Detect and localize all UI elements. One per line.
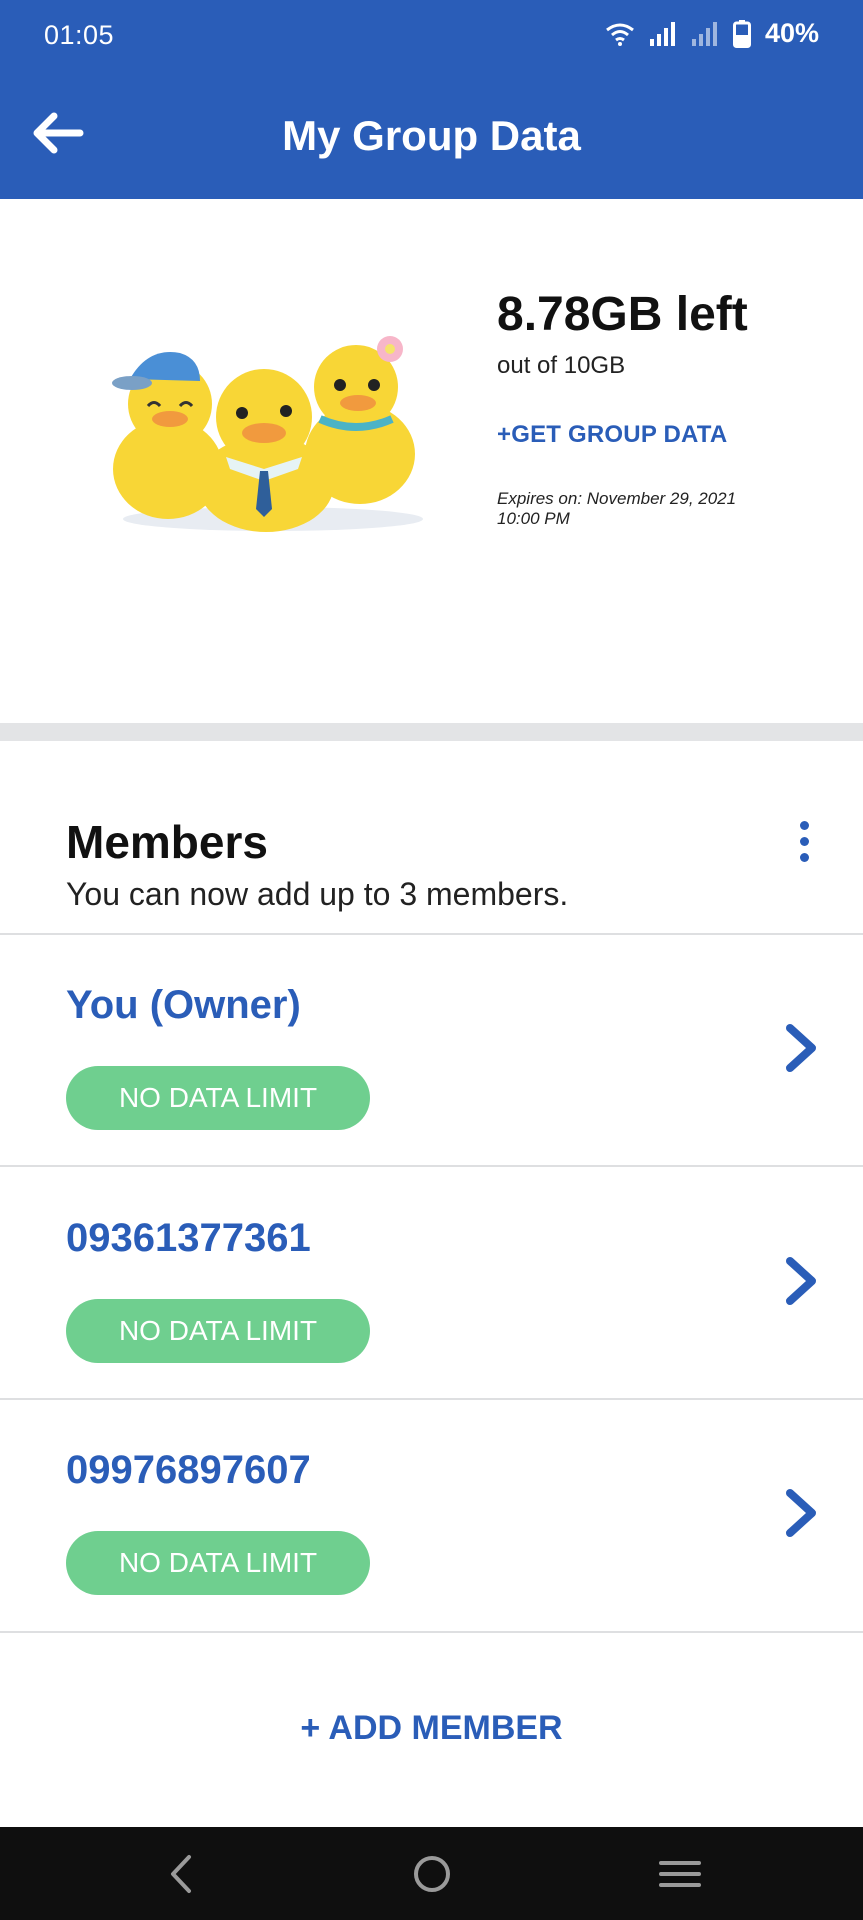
more-options-icon[interactable] [796,821,812,867]
toolbar: My Group Data [0,90,863,180]
chevron-right-icon[interactable] [784,1256,818,1306]
page-title: My Group Data [282,112,581,159]
row-divider [0,1165,863,1167]
member-name: 09361377361 [66,1216,311,1260]
data-limit-badge: NO DATA LIMIT [66,1066,370,1130]
nav-home-icon[interactable] [407,1849,457,1899]
chevron-right-icon[interactable] [784,1488,818,1538]
members-header: Members You can now add up to 3 members. [0,741,863,933]
data-summary: 8.78GB left out of 10GB +GET GROUP DATA … [0,199,863,723]
system-nav-bar [0,1827,863,1920]
nav-recents-icon[interactable] [655,1849,705,1899]
battery-icon [732,19,751,48]
data-limit-badge: NO DATA LIMIT [66,1299,370,1363]
status-icons: 40% [605,18,819,49]
members-subtitle: You can now add up to 3 members. [66,876,569,912]
member-row-3[interactable]: 09976897607 NO DATA LIMIT [0,1400,863,1631]
wifi-icon [606,23,634,46]
add-member-button[interactable]: + ADD MEMBER [0,1709,863,1748]
members-title: Members [66,816,268,868]
row-divider [0,1631,863,1633]
chevron-right-icon[interactable] [784,1023,818,1073]
expiry-text: Expires on: November 29, 2021 10:00 PM [497,489,737,528]
status-bar: 01:05 40% [0,0,863,72]
data-limit-badge: NO DATA LIMIT [66,1531,370,1595]
data-left-value: 8.78GB left [497,288,748,341]
signal-weak-icon [691,21,717,46]
three-ducks-illustration [112,336,423,532]
battery-percent: 40% [764,18,819,48]
get-group-data-link[interactable]: +GET GROUP DATA [497,421,727,449]
nav-back-icon[interactable] [157,1849,207,1899]
app-bar: 01:05 40% My Group Data [0,0,863,199]
member-row-2[interactable]: 09361377361 NO DATA LIMIT [0,1168,863,1399]
member-row-owner[interactable]: You (Owner) NO DATA LIMIT [0,935,863,1166]
member-name: You (Owner) [66,983,301,1027]
data-total: out of 10GB [497,352,626,379]
status-time: 01:05 [44,20,115,50]
signal-icon [649,21,675,46]
section-divider [0,723,863,741]
member-name: 09976897607 [66,1448,311,1492]
